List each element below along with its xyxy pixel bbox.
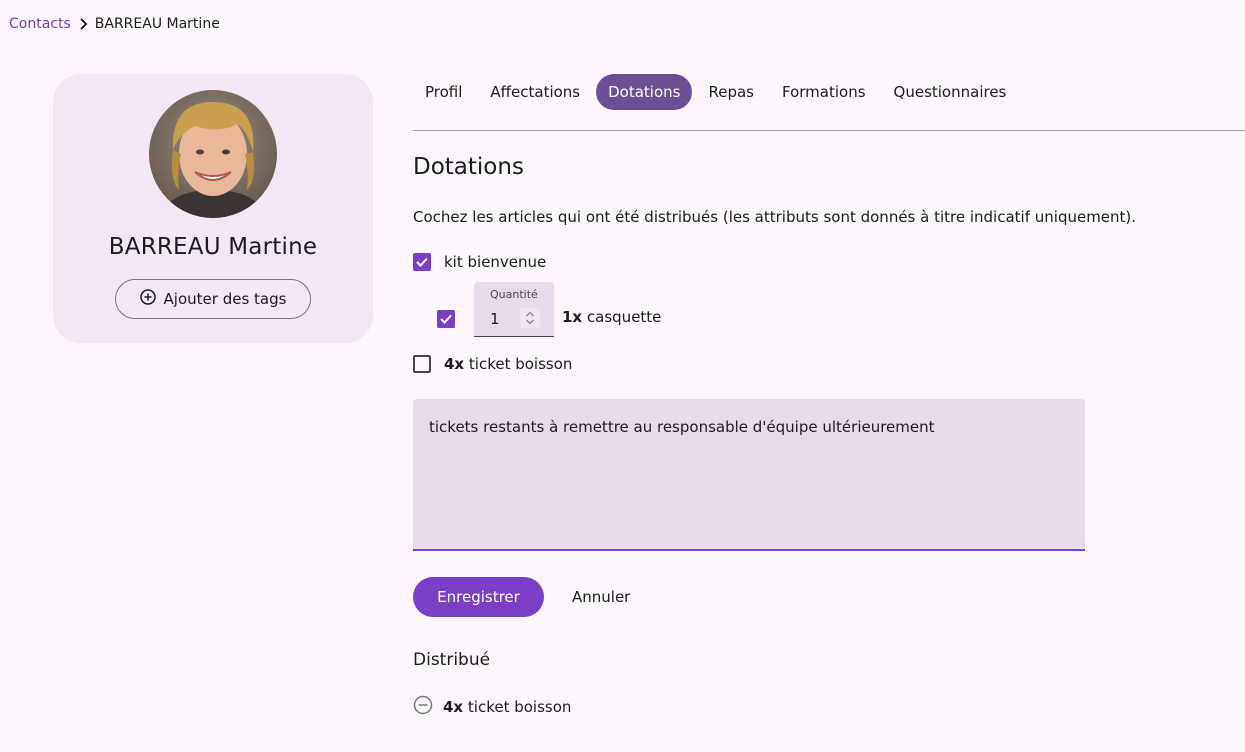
tabs-divider xyxy=(413,130,1245,131)
distributed-item-text: 4x ticket boisson xyxy=(443,698,571,716)
add-circle-icon xyxy=(139,289,156,309)
distributed-item: 4x ticket boisson xyxy=(413,695,571,719)
casquette-text: 1x casquette xyxy=(562,308,661,326)
casquette-label: casquette xyxy=(586,308,662,326)
avatar xyxy=(149,90,277,218)
distributed-title: Distribué xyxy=(413,650,491,670)
tabs: Profil Affectations Dotations Repas Form… xyxy=(413,74,1022,110)
tab-questionnaires[interactable]: Questionnaires xyxy=(882,74,1019,110)
quantity-label: Quantité xyxy=(490,288,538,301)
profile-card: BARREAU Martine Ajouter des tags xyxy=(53,74,373,343)
ticket-label: ticket boisson xyxy=(468,355,573,373)
casquette-count: 1x xyxy=(562,308,583,326)
breadcrumb-current: BARREAU Martine xyxy=(94,16,220,32)
tab-formations[interactable]: Formations xyxy=(770,74,878,110)
section-intro: Cochez les articles qui ont été distribu… xyxy=(413,208,1137,226)
spinner-icon[interactable] xyxy=(520,308,540,328)
save-button[interactable]: Enregistrer xyxy=(413,577,544,617)
tab-repas[interactable]: Repas xyxy=(696,74,766,110)
cancel-button[interactable]: Annuler xyxy=(556,577,646,617)
ticket-count: 4x xyxy=(444,355,465,373)
kit-checkbox[interactable] xyxy=(413,253,431,271)
section-title: Dotations xyxy=(413,154,524,180)
tab-affectations[interactable]: Affectations xyxy=(478,74,592,110)
ticket-text: 4x ticket boisson xyxy=(444,355,572,373)
distributed-item-count: 4x xyxy=(443,698,464,716)
chevron-right-icon xyxy=(71,18,95,30)
add-tags-label: Ajouter des tags xyxy=(163,290,287,308)
check-icon xyxy=(440,314,452,324)
notes-textarea[interactable]: tickets restants à remettre au responsab… xyxy=(413,399,1085,551)
kit-label: kit bienvenue xyxy=(444,253,547,271)
breadcrumb-contacts-link[interactable]: Contacts xyxy=(9,16,71,32)
tab-dotations[interactable]: Dotations xyxy=(596,74,693,110)
distributed-item-label: ticket boisson xyxy=(467,698,572,716)
add-tags-button[interactable]: Ajouter des tags xyxy=(115,279,311,319)
ticket-checkbox[interactable] xyxy=(413,355,431,373)
casquette-checkbox[interactable] xyxy=(437,310,455,328)
tab-profil[interactable]: Profil xyxy=(413,74,474,110)
profile-name: BARREAU Martine xyxy=(108,234,318,260)
remove-circle-icon[interactable] xyxy=(413,695,433,719)
quantity-value: 1 xyxy=(490,310,500,328)
check-icon xyxy=(416,257,428,267)
quantity-field[interactable]: Quantité 1 xyxy=(474,282,554,337)
ticket-row: 4x ticket boisson xyxy=(413,354,572,374)
kit-row: kit bienvenue xyxy=(413,252,546,272)
breadcrumb: Contacts BARREAU Martine xyxy=(9,15,220,33)
